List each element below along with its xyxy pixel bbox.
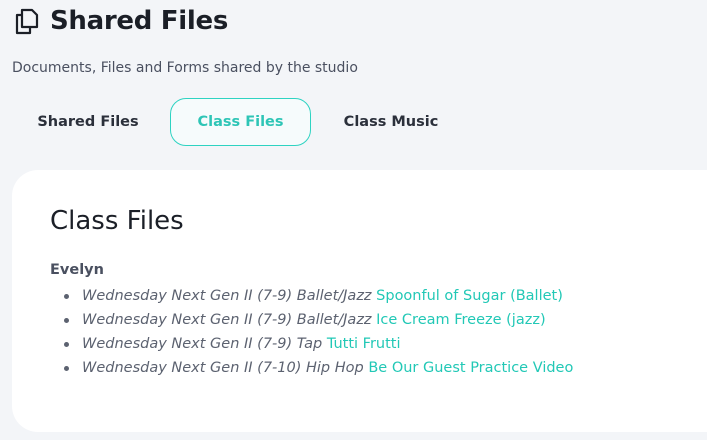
page-title: Shared Files	[50, 6, 228, 36]
file-link[interactable]: Be Our Guest Practice Video	[368, 360, 573, 376]
bullet-icon	[64, 294, 69, 299]
file-link[interactable]: Spoonful of Sugar (Ballet)	[376, 288, 563, 304]
file-list: Wednesday Next Gen II (7-9) Ballet/Jazz …	[64, 284, 573, 380]
page-header: Shared Files	[12, 6, 228, 36]
page-subtitle: Documents, Files and Forms shared by the…	[12, 60, 358, 76]
bullet-icon	[64, 342, 69, 347]
list-item: Wednesday Next Gen II (7-10) Hip Hop Be …	[64, 356, 573, 380]
bullet-icon	[64, 318, 69, 323]
class-name: Wednesday Next Gen II (7-9) Ballet/Jazz	[82, 288, 377, 304]
tab-class-files[interactable]: Class Files	[170, 98, 311, 146]
tab-bar: Shared Files Class Files Class Music	[20, 98, 471, 146]
class-name: Wednesday Next Gen II (7-10) Hip Hop	[82, 360, 369, 376]
copy-files-icon	[12, 6, 42, 36]
list-item: Wednesday Next Gen II (7-9) Ballet/Jazz …	[64, 284, 573, 308]
class-files-card: Class Files Evelyn Wednesday Next Gen II…	[12, 170, 707, 432]
bullet-icon	[64, 366, 69, 371]
file-link[interactable]: Tutti Frutti	[327, 336, 401, 352]
group-name: Evelyn	[50, 262, 104, 278]
tab-class-music[interactable]: Class Music	[311, 98, 471, 146]
list-item: Wednesday Next Gen II (7-9) Ballet/Jazz …	[64, 308, 573, 332]
section-title: Class Files	[50, 206, 184, 236]
class-name: Wednesday Next Gen II (7-9) Ballet/Jazz	[82, 312, 377, 328]
class-name: Wednesday Next Gen II (7-9) Tap	[82, 336, 327, 352]
list-item: Wednesday Next Gen II (7-9) Tap Tutti Fr…	[64, 332, 573, 356]
tab-shared-files[interactable]: Shared Files	[20, 98, 156, 146]
file-link[interactable]: Ice Cream Freeze (jazz)	[376, 312, 545, 328]
